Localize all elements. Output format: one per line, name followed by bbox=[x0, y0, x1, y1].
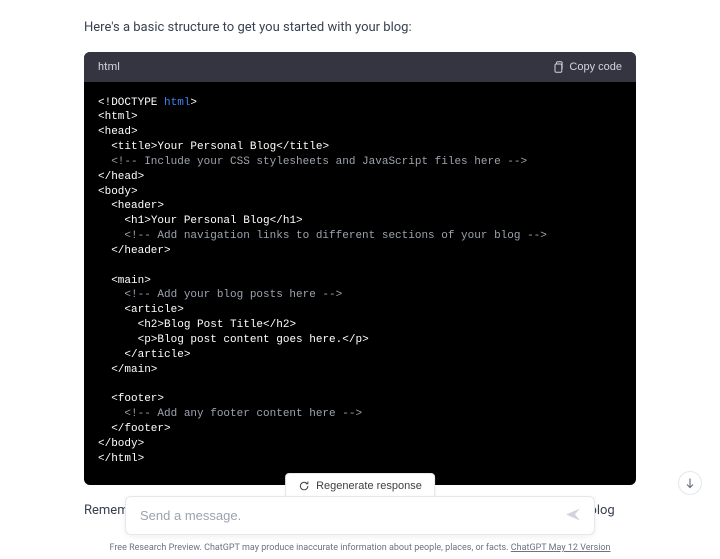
send-icon bbox=[565, 506, 581, 522]
scroll-to-bottom-button[interactable] bbox=[678, 471, 702, 495]
regenerate-label: Regenerate response bbox=[316, 480, 422, 492]
message-input-wrap bbox=[125, 496, 595, 535]
code-block: html Copy code <!DOCTYPE html> <html> <h… bbox=[84, 52, 636, 485]
message-input[interactable] bbox=[125, 496, 595, 535]
send-button[interactable] bbox=[561, 502, 585, 529]
clipboard-icon bbox=[552, 60, 564, 74]
footer-disclaimer: Free Research Preview. ChatGPT may produ… bbox=[0, 543, 720, 553]
copy-code-button[interactable]: Copy code bbox=[552, 60, 622, 74]
arrow-down-icon bbox=[684, 477, 696, 489]
copy-code-label: Copy code bbox=[569, 61, 622, 73]
code-header: html Copy code bbox=[84, 52, 636, 82]
code-body[interactable]: <!DOCTYPE html> <html> <head> <title>You… bbox=[84, 82, 636, 485]
code-language-label: html bbox=[98, 60, 120, 73]
version-link[interactable]: ChatGPT May 12 Version bbox=[511, 543, 611, 553]
assistant-intro-text: Here's a basic structure to get you star… bbox=[84, 18, 636, 38]
regenerate-icon bbox=[298, 480, 310, 492]
